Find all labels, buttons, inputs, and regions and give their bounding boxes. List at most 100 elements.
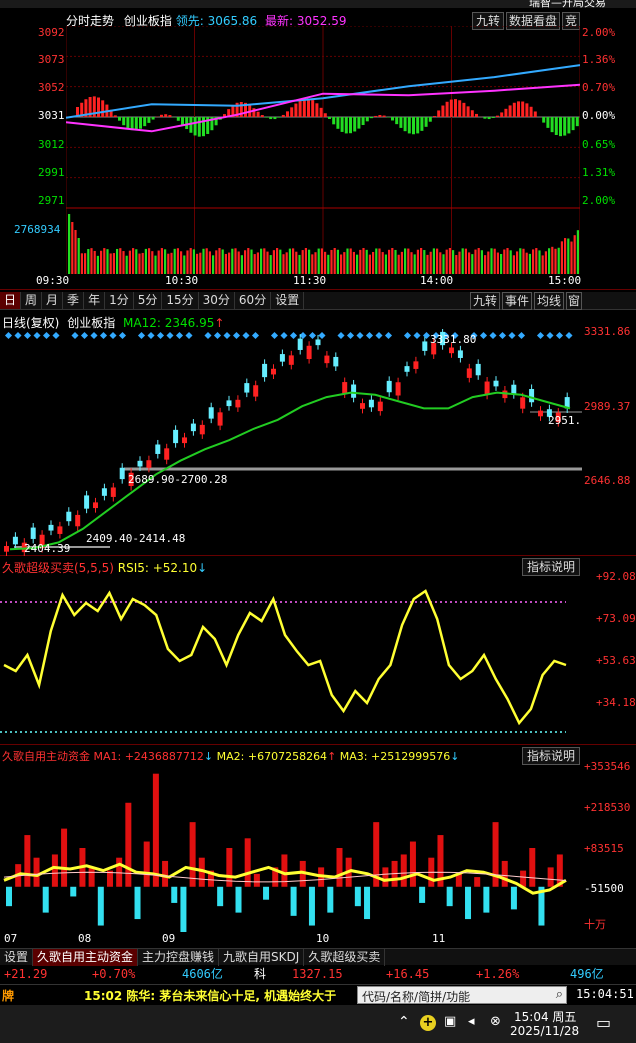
time-tick: 11:30: [293, 274, 327, 287]
event-button[interactable]: 事件: [502, 292, 532, 310]
signal-diamond: [147, 331, 155, 340]
tick-bar: [181, 117, 184, 125]
chevron-up-icon[interactable]: ⌃: [398, 1014, 410, 1030]
tick-bar: [113, 115, 117, 117]
volume-bar: [180, 251, 183, 274]
tab-week[interactable]: 周: [21, 292, 43, 309]
index-pct: +0.70%: [92, 967, 136, 981]
tab-30min[interactable]: 30分: [199, 292, 235, 309]
candle-body: [360, 403, 365, 409]
tab-60min[interactable]: 60分: [235, 292, 272, 309]
tab-settings[interactable]: 设置: [271, 292, 305, 309]
volume-bar: [247, 248, 250, 274]
volume-bar: [368, 254, 371, 274]
signal-diamond: [213, 331, 222, 340]
volume-icon[interactable]: ◂: [468, 1014, 475, 1029]
tab-year[interactable]: 年: [84, 292, 106, 309]
tick-bar: [424, 117, 428, 127]
candle-body: [324, 355, 330, 364]
signal-diamond: [175, 331, 184, 340]
signal-diamond: [555, 331, 564, 340]
volume-bar: [266, 251, 269, 274]
tab-month[interactable]: 月: [42, 292, 64, 309]
tab-15min[interactable]: 15分: [162, 292, 199, 309]
down-arrow-icon: ↓: [450, 750, 460, 763]
signal-diamond: [42, 331, 51, 340]
candle-body: [173, 429, 179, 444]
volume-bar: [138, 253, 141, 274]
volume-bar: [173, 248, 176, 274]
fund-bar: [253, 873, 260, 887]
volume-bar: [272, 250, 275, 274]
sci-pct: +1.26%: [476, 967, 520, 981]
plus-app-icon[interactable]: +: [420, 1015, 436, 1031]
network-icon[interactable]: ▣: [444, 1014, 456, 1029]
volume-bar: [301, 250, 304, 274]
candle-body: [457, 350, 463, 358]
candle-body: [279, 354, 285, 362]
tab-active-fund[interactable]: 久歌自用主动资金: [33, 949, 139, 966]
ime-icon[interactable]: ⊗: [490, 1014, 501, 1029]
tick-bar: [277, 117, 281, 118]
month-label: 07: [4, 932, 18, 945]
tab-indicator-settings[interactable]: 设置: [0, 949, 34, 966]
signal-diamond: [536, 331, 545, 340]
search-input[interactable]: 代码/名称/简拼/功能: [362, 988, 470, 1005]
candle-body: [342, 382, 348, 394]
tick-bar: [575, 117, 579, 127]
signal-diamond: [23, 331, 32, 340]
taskbar-date[interactable]: 2025/11/28: [510, 1024, 579, 1038]
notification-icon[interactable]: ▭: [596, 1013, 611, 1032]
volume-bar: [288, 248, 291, 274]
volume-bar: [311, 254, 314, 274]
tab-5min[interactable]: 5分: [134, 292, 163, 309]
fund-bar: [244, 838, 251, 887]
search-icon[interactable]: ⌕: [556, 987, 563, 1002]
signal-diamond: [479, 331, 488, 340]
candle-body: [529, 389, 535, 403]
news-ticker[interactable]: 15:02 陈华: 茅台未来信心十足, 机遇始终大于: [84, 987, 356, 1004]
volume-bar: [205, 248, 208, 274]
volume-bar: [528, 253, 531, 274]
tick-bar: [412, 117, 415, 135]
tab-skdj[interactable]: 九歌自用SKDJ: [219, 949, 305, 966]
tab-1min[interactable]: 1分: [105, 292, 134, 309]
tab-day[interactable]: 日: [0, 292, 22, 309]
candle-body: [484, 381, 490, 395]
kline-title: 日线(复权): [2, 316, 60, 330]
volume-bar: [480, 250, 483, 274]
search-box[interactable]: 代码/名称/简拼/功能 ⌕: [357, 986, 567, 1004]
volume-bar: [426, 254, 429, 274]
fund-ma1: MA1: +2436887712: [93, 750, 204, 763]
tick-bar: [134, 117, 138, 131]
tick-bar: [454, 99, 457, 117]
volume-bar: [269, 255, 272, 274]
volume-bar: [458, 251, 461, 274]
tick-bar: [256, 111, 260, 117]
ma-button[interactable]: 均线: [534, 292, 564, 310]
taskbar-time[interactable]: 15:04 周五: [514, 1008, 576, 1025]
fund-bar: [382, 867, 389, 887]
candle-body: [182, 437, 187, 444]
volume-bar: [356, 254, 359, 274]
current-annotation: 2951.: [548, 414, 582, 427]
candle-body: [137, 460, 143, 467]
window-button[interactable]: 窗: [566, 292, 582, 310]
signal-diamond: [498, 331, 507, 340]
sci-change: +16.45: [386, 967, 430, 981]
jiuzhuan-button-2[interactable]: 九转: [470, 292, 500, 310]
candle-body: [208, 407, 214, 419]
fund-bar: [152, 773, 159, 887]
rsi-line: [3, 589, 567, 726]
tab-main-control[interactable]: 主力控盘赚钱: [138, 949, 220, 966]
tick-bar: [160, 114, 163, 117]
tab-quarter[interactable]: 季: [63, 292, 85, 309]
fund-chart: [3, 773, 567, 932]
tick-bar: [298, 100, 302, 117]
tab-super-trade[interactable]: 久歌超级买卖: [304, 949, 386, 966]
volume-bar: [397, 254, 400, 274]
fund-explain-button[interactable]: 指标说明: [522, 747, 580, 765]
sci-name[interactable]: 科: [254, 966, 266, 983]
pct-tick: 1.36%: [582, 53, 616, 66]
rsi-explain-button[interactable]: 指标说明: [522, 558, 580, 576]
